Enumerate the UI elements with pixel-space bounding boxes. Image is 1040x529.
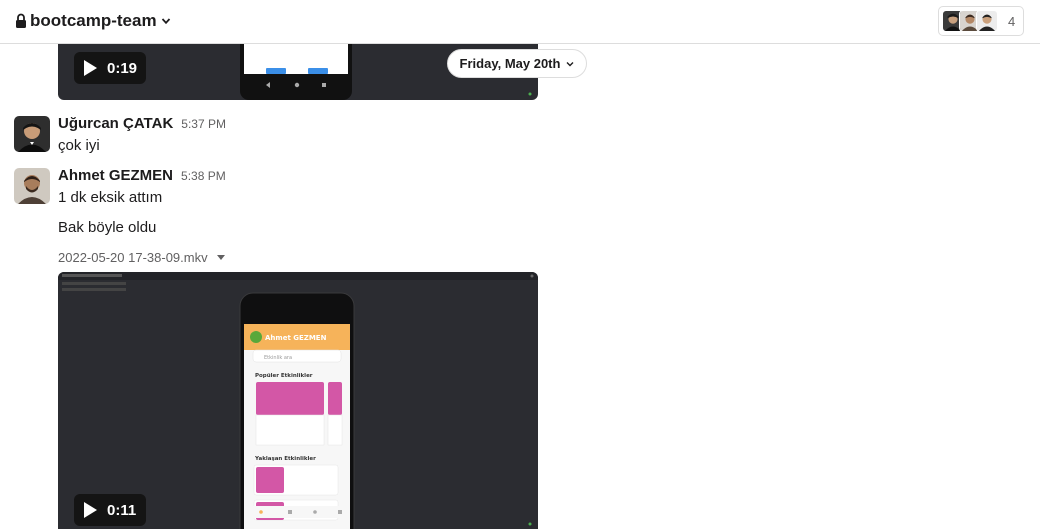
message-text: çok iyi: [58, 137, 100, 154]
sender-name[interactable]: Ahmet GEZMEN: [58, 167, 173, 184]
message-header: Ahmet GEZMEN 5:38 PM: [58, 167, 226, 184]
video-duration: 0:11: [107, 501, 137, 519]
channel-header: bootcamp-team 4: [0, 0, 1040, 44]
member-avatar: [976, 10, 998, 32]
message-header: Uğurcan ÇATAK 5:37 PM: [58, 115, 226, 132]
video-attachment[interactable]: Ahmet GEZMEN Etkinlik ara Popüler Etkinl…: [58, 272, 538, 529]
channel-name-button[interactable]: bootcamp-team: [15, 10, 171, 32]
chevron-down-icon: [161, 18, 170, 25]
caret-down-icon: [216, 255, 225, 260]
date-divider-label: Friday, May 20th: [459, 56, 561, 71]
member-count: 4: [1008, 13, 1016, 29]
video-duration: 0:19: [107, 59, 138, 77]
video-frame: Ahmet GEZMEN Etkinlik ara Popüler Etkinl…: [58, 272, 538, 529]
app-upcoming-heading: Yaklaşan Etkinlikler: [254, 456, 316, 462]
file-name: 2022-05-20 17-38-09.mkv: [58, 250, 208, 265]
message-timestamp[interactable]: 5:38 PM: [181, 169, 226, 183]
chevron-down-icon: [566, 61, 574, 66]
play-icon: [84, 60, 97, 76]
play-button[interactable]: 0:11: [74, 494, 146, 526]
play-button[interactable]: 0:19: [74, 52, 146, 84]
message-text: 1 dk eksik attım: [58, 189, 163, 206]
file-name-toggle[interactable]: 2022-05-20 17-38-09.mkv: [58, 250, 225, 265]
message-text: Bak böyle oldu: [58, 219, 157, 236]
app-search-placeholder: Etkinlik ara: [264, 355, 292, 361]
members-button[interactable]: 4: [938, 6, 1024, 36]
app-title: Ahmet GEZMEN: [265, 334, 327, 342]
sender-name[interactable]: Uğurcan ÇATAK: [58, 115, 173, 132]
message-timestamp[interactable]: 5:37 PM: [181, 117, 226, 131]
date-divider-button[interactable]: Friday, May 20th: [447, 49, 587, 78]
channel-name: bootcamp-team: [30, 11, 157, 30]
lock-icon: [16, 13, 26, 28]
play-icon: [84, 502, 97, 518]
user-avatar[interactable]: [14, 168, 50, 204]
user-avatar[interactable]: [14, 116, 50, 152]
app-popular-heading: Popüler Etkinlikler: [255, 373, 313, 379]
